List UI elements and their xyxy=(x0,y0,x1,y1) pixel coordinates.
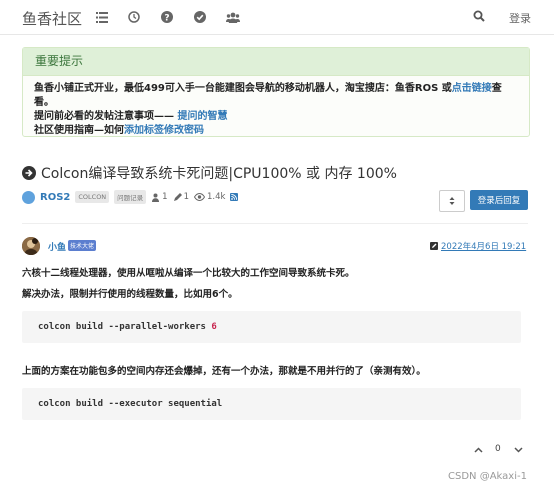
login-link[interactable]: 登录 xyxy=(509,10,531,26)
eye-icon xyxy=(194,193,206,201)
notice-line-3-text: 社区使用指南—如何 xyxy=(34,125,124,136)
avatar[interactable] xyxy=(22,237,40,255)
notice-line-2: 提问前必看的发帖注意事项—— 提问的智慧 xyxy=(34,110,518,124)
posters-count: 1 xyxy=(162,192,168,202)
notice-line-3: 社区使用指南—如何添加标签修改密码 xyxy=(34,124,518,138)
category-link[interactable]: ROS2 xyxy=(40,192,70,203)
smart-question-link[interactable]: 提问的智慧 xyxy=(177,111,227,122)
tag-colcon[interactable]: COLCON xyxy=(75,191,110,203)
topic-meta: ROS2 COLCON 问题记录 1 1 1.4k xyxy=(22,190,239,204)
author-name[interactable]: 小鱼 xyxy=(48,240,66,253)
notice-title: 重要提示 xyxy=(23,48,529,76)
divider xyxy=(22,223,528,224)
posters-stat: 1 xyxy=(151,192,168,202)
list-icon[interactable] xyxy=(95,10,109,24)
post-paragraph-1: 六核十二线程处理器，使用从哐啦从编译一个比较大的工作空间导致系统卡死。 xyxy=(22,268,355,279)
sort-icon xyxy=(449,197,455,205)
watermark: CSDN @Akaxi-1 xyxy=(448,471,527,482)
notice-panel: 重要提示 鱼香小铺正式开业，最低499可入手一台能建图会导航的移动机器人，淘宝搜… xyxy=(22,47,530,137)
topic-title-text: Colcon编译导致系统卡死问题|CPU100% 或 内存 100% xyxy=(41,166,397,182)
post-paragraph-2: 解决办法，限制并行使用的线程数量，比如用6个。 xyxy=(22,289,238,300)
post-paragraph-3: 上面的方案在功能包多的空间内存还会爆掉，还有一个办法，那就是不用并行的了（亲测有… xyxy=(22,366,426,377)
search-icon[interactable] xyxy=(473,10,487,24)
posts-count: 1 xyxy=(183,192,190,202)
code-1-command: colcon build --parallel-workers xyxy=(38,322,212,332)
arrow-circle-right-icon xyxy=(22,166,36,180)
login-to-reply-button[interactable]: 登录后回复 xyxy=(470,190,528,210)
code-block-2: colcon build --executor sequential xyxy=(22,388,521,420)
notice-line-1-text: 鱼香小铺正式开业，最低499可入手一台能建图会导航的移动机器人，淘宝搜店：鱼香R… xyxy=(34,83,452,94)
question-icon[interactable]: ? xyxy=(160,10,174,24)
notice-line-2-text: 提问前必看的发帖注意事项—— xyxy=(34,111,174,122)
views-stat: 1.4k xyxy=(194,192,225,202)
clock-icon[interactable] xyxy=(127,10,141,24)
notice-line-1: 鱼香小铺正式开业，最低499可入手一台能建图会导航的移动机器人，淘宝搜店：鱼香R… xyxy=(34,82,518,110)
category-icon xyxy=(22,190,35,204)
shop-link[interactable]: 点击链接 xyxy=(452,83,492,94)
top-navbar: 鱼香社区 ? 登录 xyxy=(0,0,554,35)
downvote-icon[interactable] xyxy=(514,447,523,453)
post-timestamp[interactable]: 2022年4月6日 19:21 xyxy=(430,240,526,252)
tag-issue-log[interactable]: 问题记录 xyxy=(114,190,147,204)
guide-link[interactable]: 添加标签修改密码 xyxy=(124,125,204,136)
role-badge: 技术大佬 xyxy=(68,240,97,251)
timestamp-text[interactable]: 2022年4月6日 19:21 xyxy=(441,240,526,252)
users-icon[interactable] xyxy=(226,10,240,24)
pencil-icon xyxy=(173,192,182,201)
brand-logo[interactable]: 鱼香社区 xyxy=(22,8,82,29)
svg-text:?: ? xyxy=(164,14,169,24)
sort-button[interactable] xyxy=(439,190,465,212)
notice-body: 鱼香小铺正式开业，最低499可入手一台能建图会导航的移动机器人，淘宝搜店：鱼香R… xyxy=(23,76,529,138)
edit-icon xyxy=(430,242,438,250)
topic-title: Colcon编译导致系统卡死问题|CPU100% 或 内存 100% xyxy=(22,163,397,183)
code-1-number: 6 xyxy=(211,322,217,332)
views-count: 1.4k xyxy=(207,192,226,202)
posts-stat: 1 xyxy=(173,192,189,202)
vote-count: 0 xyxy=(495,444,501,454)
user-icon xyxy=(152,193,160,202)
rss-icon[interactable] xyxy=(230,193,239,201)
code-block-1: colcon build --parallel-workers 6 xyxy=(22,311,521,343)
check-circle-icon[interactable] xyxy=(193,10,207,24)
upvote-icon[interactable] xyxy=(474,447,483,453)
